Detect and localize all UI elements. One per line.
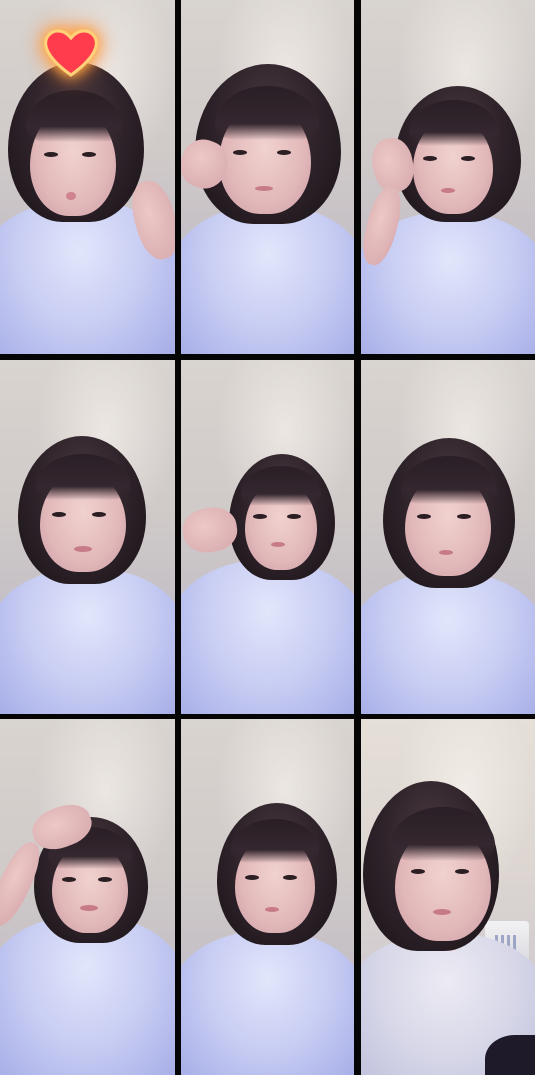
- mouth: [439, 550, 453, 555]
- photo-frame-7: [0, 719, 175, 1075]
- mouth: [271, 542, 285, 547]
- photo-frame-5: [181, 360, 354, 714]
- photo-frame-8: [181, 719, 354, 1075]
- heart-icon: [42, 26, 100, 78]
- sweater: [181, 931, 354, 1075]
- mouth: [255, 186, 273, 191]
- photo-frame-4: [0, 360, 175, 714]
- photo-frame-9: [361, 719, 535, 1075]
- photo-frame-2: [181, 0, 354, 354]
- mouth: [433, 909, 451, 915]
- mouth: [441, 188, 455, 193]
- mouth: [265, 907, 279, 912]
- mouth: [80, 905, 98, 911]
- photo-frame-1: [0, 0, 175, 354]
- sweater: [0, 568, 175, 714]
- sweater: [181, 205, 354, 354]
- photo-grid: [0, 0, 535, 1075]
- sweater: [361, 572, 535, 714]
- sweater: [181, 560, 354, 714]
- photo-frame-3: [361, 0, 535, 354]
- mouth: [66, 192, 76, 200]
- mouth: [74, 546, 92, 552]
- photo-frame-6: [361, 360, 535, 714]
